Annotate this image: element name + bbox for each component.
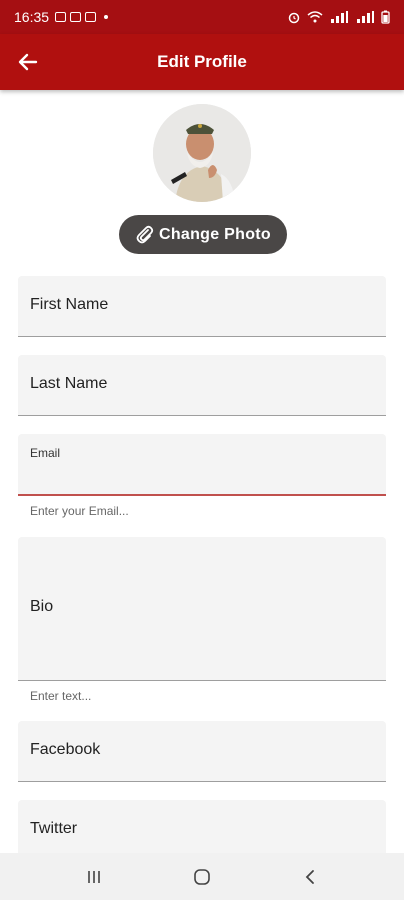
email-label: Email (30, 446, 61, 460)
facebook-field[interactable]: Facebook (18, 721, 386, 782)
youtube-icon (70, 12, 82, 22)
profile-avatar[interactable] (153, 104, 251, 202)
change-photo-button[interactable]: Change Photo (119, 215, 287, 254)
more-notifications-icon (104, 15, 109, 19)
facebook-label: Facebook (30, 741, 101, 758)
alarm-icon (288, 12, 300, 24)
status-time: 16:35 (14, 9, 50, 25)
linkedin-icon (85, 12, 97, 22)
bio-helper-text: Enter text... (30, 689, 92, 703)
twitter-label: Twitter (30, 820, 78, 837)
recent-apps-button[interactable] (74, 857, 114, 897)
paperclip-icon (136, 225, 154, 243)
email-field[interactable]: Email (18, 434, 386, 496)
system-back-button[interactable] (290, 857, 330, 897)
wifi-icon (307, 11, 323, 23)
app-bar: Edit Profile (0, 34, 404, 90)
recent-apps-icon (88, 870, 100, 883)
home-button[interactable] (182, 857, 222, 897)
last-name-label: Last Name (30, 375, 108, 392)
battery-icon (381, 10, 390, 24)
status-bar: 16:35 (0, 0, 404, 34)
home-icon (194, 868, 210, 885)
page-title: Edit Profile (157, 52, 247, 71)
bio-label: Bio (30, 598, 54, 615)
bio-field[interactable]: Bio (18, 537, 386, 681)
chevron-left-icon (305, 869, 314, 884)
profile-photo (153, 104, 251, 202)
system-nav-bar (0, 853, 404, 900)
signal-icon-2 (357, 11, 374, 23)
change-photo-label: Change Photo (158, 225, 272, 243)
first-name-field[interactable]: First Name (18, 276, 386, 337)
signal-icon-1 (331, 11, 348, 23)
status-notification-icons (55, 12, 109, 22)
email-placeholder: Enter your Email... (30, 504, 129, 518)
first-name-label: First Name (30, 296, 109, 313)
twitter-field[interactable]: Twitter (18, 800, 386, 861)
status-system-icons (287, 10, 390, 24)
gallery-icon (55, 12, 67, 22)
last-name-field[interactable]: Last Name (18, 355, 386, 416)
